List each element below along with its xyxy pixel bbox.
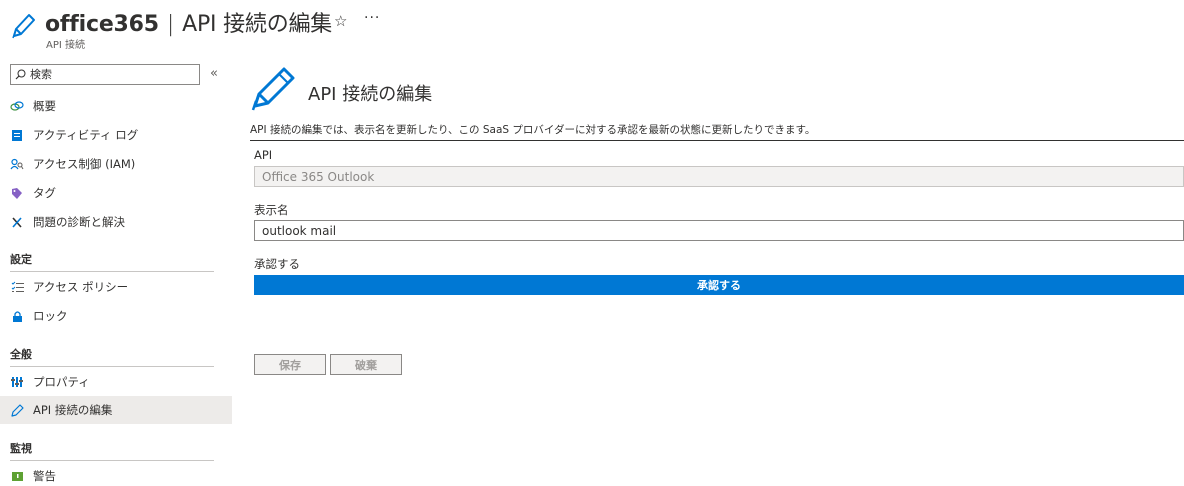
authorize-label: 承認する [254, 257, 300, 271]
sidebar-item-label: 警告 [33, 469, 56, 483]
sidebar-item-alerts[interactable]: 警告 [0, 462, 232, 486]
search-input[interactable] [30, 68, 190, 81]
sidebar-item-label: アクセス ポリシー [33, 280, 129, 294]
sidebar-item-label: ロック [33, 309, 68, 323]
sidebar-item-access-policy[interactable]: アクセス ポリシー [0, 273, 232, 301]
lock-icon [10, 309, 24, 323]
section-divider [10, 460, 214, 461]
api-field [254, 166, 1184, 187]
sidebar-item-tags[interactable]: タグ [0, 179, 232, 207]
section-header-general: 全般 [10, 348, 32, 361]
resource-name: office365 [45, 12, 159, 37]
discard-button[interactable]: 破棄 [330, 354, 402, 375]
save-button[interactable]: 保存 [254, 354, 326, 375]
sidebar-item-label: プロパティ [33, 375, 90, 389]
access-policy-icon [10, 280, 24, 294]
sidebar-item-diagnose[interactable]: 問題の診断と解決 [0, 208, 232, 236]
sidebar-search[interactable] [10, 64, 200, 85]
more-options-icon[interactable]: ··· [364, 10, 380, 26]
sidebar-item-label: API 接続の編集 [33, 403, 113, 417]
sidebar-item-label: タグ [33, 186, 56, 200]
sidebar-item-properties[interactable]: プロパティ [0, 368, 232, 396]
sidebar-item-lock[interactable]: ロック [0, 302, 232, 330]
sidebar-item-activity-log[interactable]: アクティビティ ログ [0, 121, 232, 149]
section-header-settings: 設定 [10, 253, 32, 266]
display-name-field[interactable] [254, 220, 1184, 241]
page-title-text: API 接続の編集 [182, 12, 333, 37]
tag-icon [10, 186, 24, 200]
sidebar-item-label: 問題の診断と解決 [33, 215, 125, 229]
search-icon [15, 69, 26, 80]
alert-icon [10, 469, 24, 483]
api-label: API [254, 148, 273, 162]
section-divider [10, 366, 214, 367]
iam-icon [10, 157, 24, 171]
sidebar-item-label: アクティビティ ログ [33, 128, 139, 142]
section-divider [10, 271, 214, 272]
section-header-monitoring: 監視 [10, 442, 32, 455]
pencil-icon [251, 67, 295, 111]
sidebar-item-overview[interactable]: 概要 [0, 92, 232, 120]
sidebar-item-edit-api-connection[interactable]: API 接続の編集 [0, 396, 232, 424]
pencil-icon [10, 403, 24, 417]
resource-type-subtitle: API 接続 [46, 40, 85, 51]
diagnose-icon [10, 215, 24, 229]
activity-log-icon [10, 128, 24, 142]
overview-icon [10, 99, 24, 113]
sidebar-item-label: アクセス制御 (IAM) [33, 157, 136, 171]
page-title: office365 | API 接続の編集 [45, 6, 332, 38]
display-name-label: 表示名 [254, 203, 289, 217]
favorite-star-icon[interactable]: ☆ [334, 12, 347, 30]
collapse-sidebar-icon[interactable]: « [210, 66, 218, 81]
title-separator: | [166, 12, 175, 37]
sidebar-item-iam[interactable]: アクセス制御 (IAM) [0, 150, 232, 178]
pencil-icon [12, 14, 35, 39]
blade-description: API 接続の編集では、表示名を更新したり、この SaaS プロバイダーに対する… [250, 124, 816, 136]
blade-title: API 接続の編集 [308, 84, 433, 105]
sidebar-item-label: 概要 [33, 99, 56, 113]
header-divider [250, 140, 1184, 141]
properties-icon [10, 375, 24, 389]
authorize-button[interactable]: 承認する [254, 275, 1184, 295]
